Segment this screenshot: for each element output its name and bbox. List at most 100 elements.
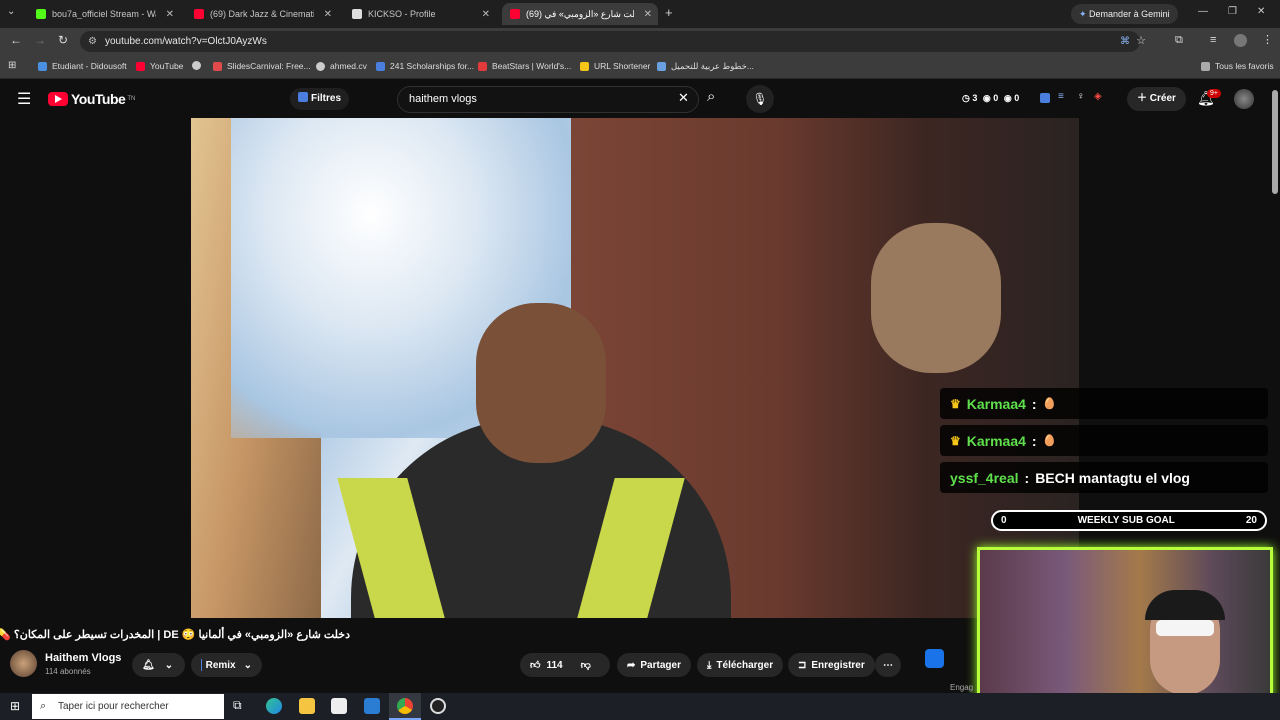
close-icon[interactable]: ✕: [166, 9, 174, 20]
search-input[interactable]: haithem vlogs: [397, 86, 699, 113]
bookmark-label: 241 Scholarships for...: [390, 61, 475, 71]
channel-avatar[interactable]: [10, 650, 37, 677]
stat-value: 0: [1014, 93, 1020, 103]
bookmark-item[interactable]: SlidesCarnival: Free...: [213, 61, 311, 71]
taskbar-search-placeholder: Taper ici pour rechercher: [58, 701, 169, 712]
filters-label: Filtres: [311, 93, 342, 104]
chat-username: yssf_4real: [950, 469, 1019, 486]
stat-value: 0: [993, 93, 999, 103]
bookmark-icon: [376, 61, 385, 71]
more-actions-button[interactable]: ⋯: [875, 653, 901, 677]
maximize-button[interactable]: ❐: [1228, 6, 1237, 17]
subscribed-bell-button[interactable]: 🔔︎ ⌄: [132, 653, 185, 677]
folder-icon: [1201, 61, 1210, 71]
edge-icon[interactable]: [266, 698, 282, 714]
extension-icon[interactable]: ≡: [1058, 91, 1064, 102]
extension-stats: ◷ 3 ◉ 0 ◉ 0: [962, 93, 1019, 104]
country-code: TN: [127, 96, 136, 102]
tab-dark-jazz[interactable]: (69) Dark Jazz & Cinematic Trip ✕: [186, 3, 338, 25]
filter-icon: [298, 92, 308, 102]
windows-start-icon[interactable]: ⊞: [10, 699, 20, 713]
bookmark-item[interactable]: URL Shortener: [580, 61, 650, 71]
bookmark-item[interactable]: [192, 61, 206, 70]
video-player[interactable]: [191, 118, 1079, 618]
forward-icon[interactable]: →: [34, 33, 46, 47]
remix-label: Remix: [205, 659, 236, 671]
obs-icon[interactable]: [430, 698, 446, 714]
extension-icon[interactable]: [1040, 93, 1050, 103]
save-button[interactable]: ⊐ Enregistrer: [788, 653, 875, 677]
windows-taskbar: ⊞ ⌕ Taper ici pour rechercher ⧉: [0, 693, 1280, 720]
tab-kick-stream[interactable]: bou7a_officiel Stream - Watch L ✕: [28, 3, 180, 25]
reload-icon[interactable]: ↻: [58, 33, 68, 47]
gemini-button[interactable]: ✦ Demander à Gemini: [1071, 4, 1178, 24]
share-icon: ➦: [627, 659, 636, 671]
folder-icon: [580, 61, 589, 71]
bookmark-item[interactable]: Etudiant - Didousoft: [38, 61, 127, 71]
extension-icon[interactable]: ♀: [1077, 91, 1085, 102]
extensions-icon[interactable]: ⧉: [1175, 34, 1183, 47]
filters-button[interactable]: Filtres: [290, 88, 350, 110]
media-icon[interactable]: ≡: [1210, 34, 1216, 46]
create-label: Créer: [1149, 93, 1176, 104]
chrome-icon[interactable]: [397, 698, 413, 714]
new-tab-button[interactable]: +: [665, 5, 673, 20]
engagement-label: Engag: [950, 683, 974, 692]
close-window-button[interactable]: ✕: [1257, 6, 1265, 17]
bookmark-item[interactable]: BeatStars | World's...: [478, 61, 571, 71]
bookmark-label: BeatStars | World's...: [492, 61, 572, 71]
all-favorites[interactable]: Tous les favoris: [1201, 61, 1274, 71]
goal-start: 0: [1001, 515, 1007, 526]
video-frame-vlogger-head: [476, 303, 606, 463]
bookmark-item[interactable]: 241 Scholarships for...: [376, 61, 474, 71]
chat-separator: :: [1031, 432, 1037, 449]
share-button[interactable]: ➦ Partager: [617, 653, 691, 677]
store-icon[interactable]: [331, 698, 347, 714]
minimize-button[interactable]: —: [1198, 6, 1208, 17]
tab-label: (69) Dark Jazz & Cinematic Trip: [210, 9, 314, 19]
tab-kickso-profile[interactable]: KICKSO - Profile ✕: [344, 3, 496, 25]
taskbar-search-input[interactable]: ⌕ Taper ici pour rechercher: [32, 694, 224, 719]
chat-username: Karmaa4: [966, 432, 1026, 449]
extension-icon[interactable]: ◈: [1094, 91, 1102, 102]
like-button[interactable]: 👍︎ 114 👎︎: [520, 653, 610, 677]
url-text: youtube.com/watch?v=OlctJ0AyzWs: [105, 36, 267, 47]
close-icon[interactable]: ✕: [644, 9, 652, 20]
tab-label: bou7a_officiel Stream - Watch L: [52, 9, 156, 19]
eye-icon: ◉: [982, 93, 991, 103]
close-icon[interactable]: ✕: [324, 9, 332, 20]
profile-avatar[interactable]: [1234, 34, 1247, 47]
youtube-logo[interactable]: YouTube TN: [48, 91, 135, 107]
remix-button[interactable]: Remix ⌄: [191, 653, 262, 677]
bookmark-item[interactable]: ahmed.cv: [316, 61, 367, 71]
chat-separator: :: [1024, 469, 1030, 486]
extension-icon[interactable]: [925, 649, 944, 668]
download-button[interactable]: ⤓ Télécharger: [697, 653, 784, 677]
tab-current-video[interactable]: (69) دخلت شارع «الزومبي» في ✕: [502, 3, 658, 25]
translate-icon[interactable]: ⌘: [1120, 31, 1130, 52]
bookmark-item[interactable]: خطوط عربية للتحميل...: [657, 61, 754, 72]
url-input[interactable]: ⚙ youtube.com/watch?v=OlctJ0AyzWs ⌘ ☆: [80, 31, 1146, 52]
plus-icon: ＋: [1137, 93, 1147, 104]
star-icon[interactable]: ☆: [1136, 31, 1146, 52]
close-icon[interactable]: ✕: [482, 9, 490, 20]
apps-icon[interactable]: ⊞: [8, 60, 16, 71]
mail-icon[interactable]: [364, 698, 380, 714]
avatar[interactable]: [1234, 89, 1254, 109]
create-button[interactable]: ＋ Créer: [1127, 87, 1186, 111]
microphone-icon[interactable]: 🎙: [746, 85, 774, 113]
tab-search-icon[interactable]: ⌄: [7, 6, 15, 17]
channel-name[interactable]: Haithem Vlogs: [45, 652, 121, 664]
task-view-icon[interactable]: ⧉: [233, 698, 242, 713]
youtube-wordmark: YouTube: [71, 91, 126, 107]
bookmark-item[interactable]: YouTube: [136, 61, 183, 71]
menu-icon[interactable]: ⋮: [1262, 33, 1273, 46]
page-scrollbar[interactable]: [1272, 90, 1278, 194]
back-icon[interactable]: ←: [10, 33, 22, 47]
site-info-icon[interactable]: ⚙: [88, 31, 97, 52]
file-explorer-icon[interactable]: [299, 698, 315, 714]
search-icon[interactable]: ⌕: [707, 88, 715, 105]
clear-search-icon[interactable]: ✕: [678, 90, 689, 106]
hamburger-icon[interactable]: ☰: [17, 89, 31, 109]
thumbs-down-icon[interactable]: 👎︎: [581, 659, 591, 671]
